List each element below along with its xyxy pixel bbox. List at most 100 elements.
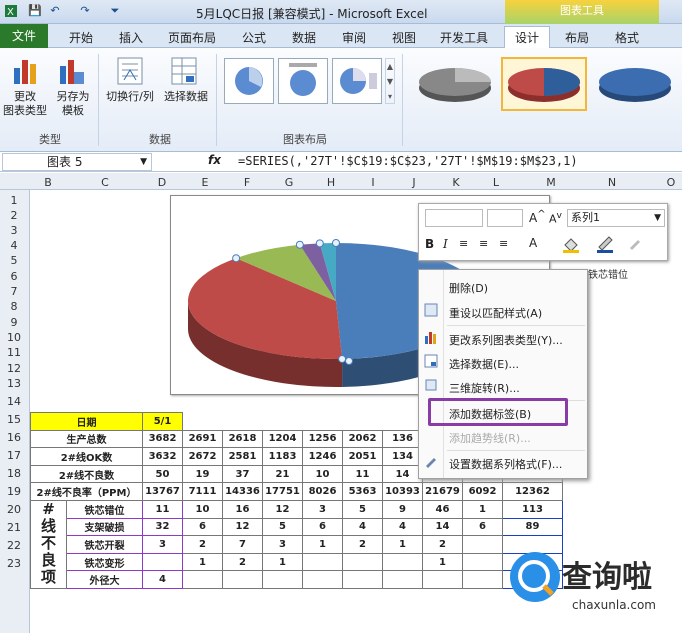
chart-style-1[interactable] (413, 58, 497, 110)
table-cell[interactable]: 2 (422, 535, 463, 554)
italic-icon[interactable]: I (443, 237, 448, 251)
chart-style-3[interactable] (593, 58, 677, 110)
insert-function-button[interactable]: fx (208, 153, 221, 167)
defect-label-cell[interactable]: 铁芯错位 (66, 499, 143, 519)
column-header[interactable]: E (195, 176, 215, 189)
table-cell[interactable] (142, 552, 183, 572)
menu-item-change-series-chart-type[interactable]: 更改系列图表类型(Y)... (449, 332, 563, 348)
row-header[interactable]: 8 (0, 300, 28, 313)
table-cell[interactable]: 8026 (302, 482, 343, 501)
row-header[interactable]: 9 (0, 316, 28, 329)
table-cell[interactable]: 12 (222, 517, 263, 537)
change-chart-type-button[interactable]: 更改 图表类型 (2, 90, 48, 118)
redo-icon[interactable]: ↷ (78, 4, 92, 18)
row-header[interactable]: 5 (0, 254, 28, 267)
table-cell[interactable] (462, 570, 503, 589)
tab-formulas[interactable]: 公式 (242, 29, 266, 46)
table-cell[interactable]: 5 (342, 499, 383, 519)
table-cell[interactable] (382, 570, 423, 589)
chart-style-2-selected[interactable] (501, 57, 587, 111)
shrink-font-icon[interactable]: Av (549, 210, 562, 226)
save-icon[interactable]: 💾 (28, 4, 42, 18)
row-header[interactable]: 18 (0, 467, 28, 480)
row-label-cell[interactable]: 2#线不良数 (30, 464, 143, 484)
tab-insert[interactable]: 插入 (119, 29, 143, 46)
table-cell[interactable]: 6 (462, 517, 503, 537)
tab-design[interactable]: 设计 (515, 29, 539, 46)
table-cell[interactable]: 50 (142, 464, 183, 484)
table-cell[interactable]: 136 (382, 429, 423, 449)
font-size-dropdown[interactable] (487, 209, 523, 227)
table-cell[interactable]: 9 (382, 499, 423, 519)
formula-input[interactable]: =SERIES(,'27T'!$C$19:$C$23,'27T'!$M$19:$… (238, 154, 578, 168)
name-box[interactable]: 图表 5 ▼ (2, 153, 152, 171)
column-header[interactable]: N (602, 176, 622, 189)
table-cell[interactable]: 2691 (182, 429, 223, 449)
tab-layout[interactable]: 布局 (565, 29, 589, 46)
fill-color-icon[interactable] (561, 235, 581, 256)
row-header[interactable]: 7 (0, 285, 28, 298)
menu-item-delete[interactable]: 删除(D) (449, 280, 488, 296)
row-header[interactable]: 16 (0, 431, 28, 444)
table-cell[interactable]: 13767 (142, 482, 183, 501)
table-cell[interactable]: 89 (502, 517, 563, 537)
table-cell[interactable] (182, 570, 223, 589)
table-cell[interactable]: 113 (502, 499, 563, 519)
column-header[interactable]: C (95, 176, 115, 189)
align-center-icon[interactable]: ≡ (479, 237, 488, 250)
table-cell[interactable]: 14 (382, 464, 423, 484)
table-cell[interactable]: 2672 (182, 447, 223, 466)
table-cell[interactable]: 10 (182, 499, 223, 519)
row-header[interactable]: 6 (0, 270, 28, 283)
table-cell[interactable]: 32 (142, 517, 183, 537)
table-cell[interactable]: 3632 (142, 447, 183, 466)
tab-review[interactable]: 审阅 (342, 29, 366, 46)
tab-developer[interactable]: 开发工具 (440, 29, 488, 46)
table-cell[interactable]: 5 (262, 517, 303, 537)
table-cell[interactable]: 1183 (262, 447, 303, 466)
table-cell[interactable]: 4 (382, 517, 423, 537)
table-cell[interactable] (462, 535, 503, 554)
table-cell[interactable] (222, 570, 263, 589)
row-header[interactable]: 19 (0, 485, 28, 498)
row-header[interactable]: 15 (0, 413, 28, 426)
table-cell[interactable]: 7 (222, 535, 263, 554)
row-header[interactable]: 13 (0, 377, 28, 390)
table-cell[interactable]: 1 (422, 552, 463, 572)
table-cell[interactable]: 6 (182, 517, 223, 537)
table-cell[interactable]: 12362 (502, 482, 563, 501)
column-header[interactable]: D (152, 176, 172, 189)
table-cell[interactable]: 14 (422, 517, 463, 537)
column-header[interactable]: B (38, 176, 58, 189)
align-left-icon[interactable]: ≡ (459, 237, 468, 250)
menu-item-add-trendline[interactable]: 添加趋势线(R)... (449, 430, 531, 446)
table-cell[interactable]: 19 (182, 464, 223, 484)
undo-icon[interactable]: ↶ (48, 4, 62, 18)
table-cell[interactable]: 6 (302, 517, 343, 537)
tab-file[interactable]: 文件 (0, 24, 48, 48)
row-label-cell[interactable]: 2#线OK数 (30, 447, 143, 466)
chart-layout-2[interactable] (278, 58, 328, 104)
tab-view[interactable]: 视图 (392, 29, 416, 46)
table-cell[interactable]: 12 (262, 499, 303, 519)
align-right-icon[interactable]: ≡ (499, 237, 508, 250)
series-select[interactable]: 系列1 ▼ (567, 209, 665, 227)
row-header[interactable]: 22 (0, 539, 28, 552)
table-cell[interactable]: 17751 (262, 482, 303, 501)
column-header[interactable]: K (446, 176, 466, 189)
table-cell[interactable] (382, 552, 423, 572)
font-name-dropdown[interactable] (425, 209, 483, 227)
table-cell[interactable]: 2 (342, 535, 383, 554)
table-cell[interactable] (302, 552, 343, 572)
table-cell[interactable] (342, 552, 383, 572)
table-cell[interactable] (462, 552, 503, 572)
defect-label-cell[interactable]: 外径大 (66, 570, 143, 589)
row-header[interactable]: 1 (0, 194, 28, 207)
column-header[interactable]: M (541, 176, 561, 189)
column-header[interactable]: O (661, 176, 681, 189)
table-cell[interactable]: 2062 (342, 429, 383, 449)
table-cell[interactable]: 134 (382, 447, 423, 466)
table-cell[interactable]: 4 (342, 517, 383, 537)
table-cell[interactable] (342, 570, 383, 589)
table-cell[interactable]: 1204 (262, 429, 303, 449)
